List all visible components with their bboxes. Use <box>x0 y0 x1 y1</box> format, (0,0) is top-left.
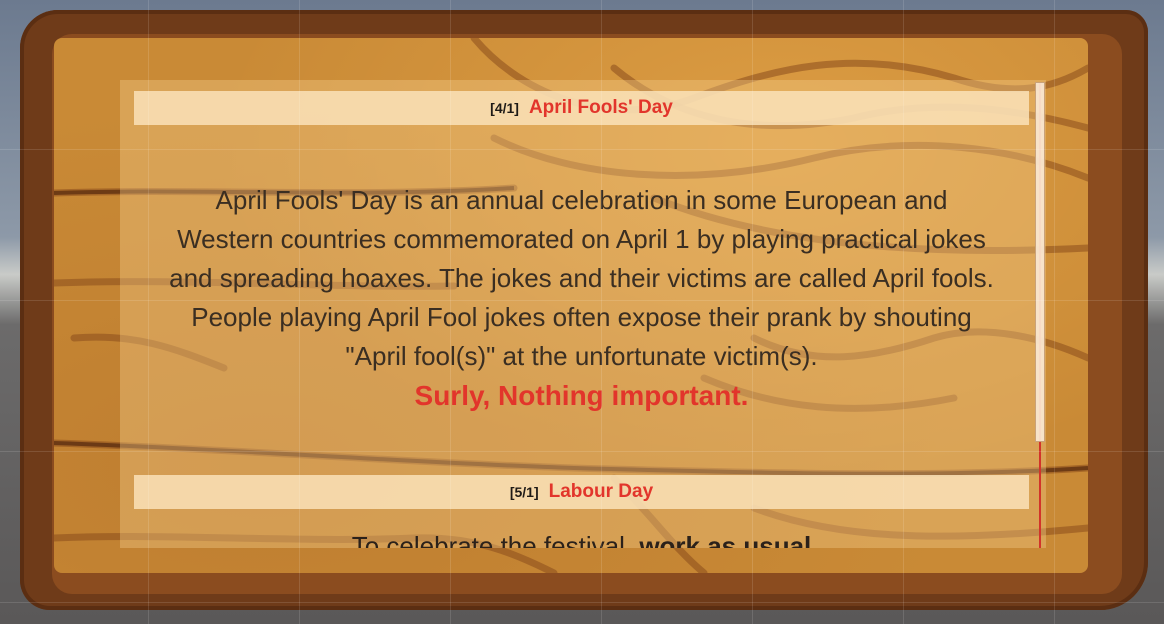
festival-entry: [5/1] Labour Day To celebrate the festiv… <box>134 475 1029 548</box>
festival-entry-header: [5/1] Labour Day <box>134 475 1029 509</box>
vertical-scrollbar[interactable] <box>1034 82 1046 548</box>
festival-description: April Fools' Day is an annual celebratio… <box>134 181 1029 415</box>
description-line: April Fools' Day is an annual celebratio… <box>215 185 948 215</box>
festival-entry: [4/1] April Fools' Day April Fools' Day … <box>134 91 1029 415</box>
festival-scroll-view[interactable]: [4/1] April Fools' Day April Fools' Day … <box>120 80 1046 548</box>
description-line: Western countries commemorated on April … <box>177 224 986 254</box>
description-emphasis: work as usual <box>639 531 812 548</box>
festival-date: [4/1] <box>490 100 519 116</box>
festival-description: To celebrate the festival, work as usual <box>134 531 1029 548</box>
festival-date: [5/1] <box>509 484 539 500</box>
description-text: To celebrate the festival, <box>351 531 640 548</box>
festival-emphasis-note: Surly, Nothing important. <box>414 380 749 411</box>
festival-title: April Fools' Day <box>528 97 673 118</box>
description-line: "April fool(s)" at the unfortunate victi… <box>345 341 818 371</box>
scrollbar-thumb[interactable] <box>1035 82 1045 442</box>
description-line: and spreading hoaxes. The jokes and thei… <box>169 263 994 293</box>
description-line: People playing April Fool jokes often ex… <box>191 302 972 332</box>
festival-entry-header: [4/1] April Fools' Day <box>134 91 1029 125</box>
festival-title: Labour Day <box>548 481 654 502</box>
